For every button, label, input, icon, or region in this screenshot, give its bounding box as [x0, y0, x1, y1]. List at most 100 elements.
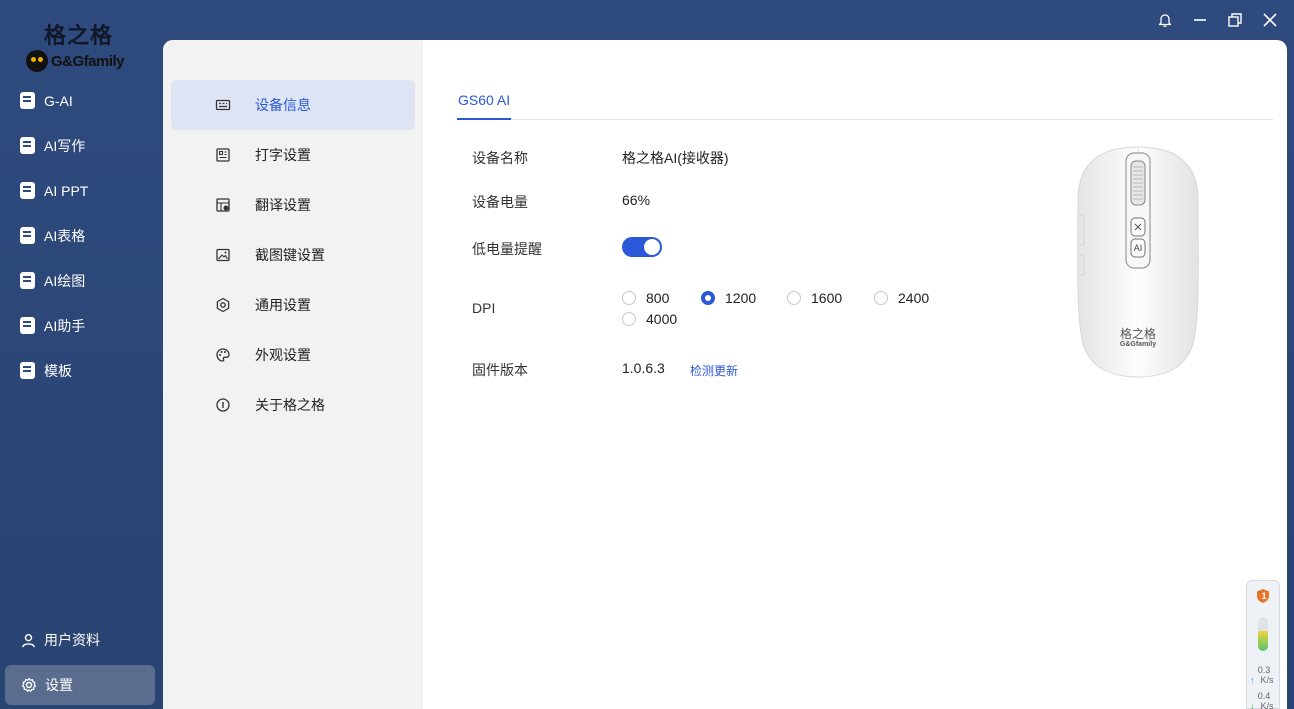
- notification-bell-icon[interactable]: [1154, 9, 1176, 31]
- device-name-value: 格之格AI(接收器): [622, 150, 729, 166]
- nav-item-label: 模板: [44, 362, 72, 379]
- left-rail: 格之格 G&Gfamily G-AI AI写作 AI PPT AI表格 AI绘图: [0, 0, 163, 709]
- low-battery-alert-toggle[interactable]: [622, 237, 662, 257]
- device-info-icon: [215, 99, 231, 111]
- settings-panel: 设备信息 打字设置 翻译设置 截图键设置 通用设置 外观设置 关于格之格 GS6…: [163, 40, 1287, 709]
- battery-value: 66%: [622, 192, 651, 208]
- nav-item-ai-writing[interactable]: AI写作: [0, 123, 163, 168]
- nav-item-label: AI写作: [44, 137, 86, 154]
- download-speed-unit: ↓ K/s: [1250, 701, 1274, 709]
- radio-checked-icon: [701, 291, 715, 305]
- submenu-typing-settings[interactable]: 打字设置: [171, 130, 415, 180]
- info-icon: [216, 398, 230, 412]
- main-nav: G-AI AI写作 AI PPT AI表格 AI绘图 AI助手 模板: [0, 78, 163, 393]
- upload-arrow-icon: ↑: [1250, 675, 1255, 685]
- dpi-option-1600[interactable]: 1600: [787, 290, 842, 306]
- submenu-screenshot-key-settings[interactable]: 截图键设置: [171, 230, 415, 280]
- firmware-label: 固件版本: [472, 362, 528, 378]
- security-badge-count: 1: [1261, 591, 1267, 601]
- submenu-label: 截图键设置: [255, 247, 325, 263]
- nav-item-g-ai[interactable]: G-AI: [0, 78, 163, 123]
- brand-name-cn: 格之格: [44, 23, 114, 49]
- template-icon: [20, 362, 35, 379]
- drawing-icon: [20, 272, 35, 289]
- nav-item-label: 用户资料: [44, 632, 100, 648]
- minimize-icon[interactable]: [1189, 9, 1211, 31]
- submenu-label: 翻译设置: [255, 197, 311, 213]
- nav-item-ai-table[interactable]: AI表格: [0, 213, 163, 258]
- submenu-general-settings[interactable]: 通用设置: [171, 280, 415, 330]
- palette-icon: [216, 348, 230, 362]
- nav-item-ai-ppt[interactable]: AI PPT: [0, 168, 163, 213]
- nav-item-user-profile[interactable]: 用户资料: [5, 620, 155, 660]
- submenu-about[interactable]: 关于格之格: [171, 380, 415, 430]
- mouse-product-image: AI 格之格 G&Gfamily: [1076, 145, 1200, 378]
- restore-window-icon[interactable]: [1224, 9, 1246, 31]
- submenu-device-info[interactable]: 设备信息: [171, 80, 415, 130]
- ppt-icon: [20, 182, 35, 199]
- upload-speed-unit: ↑ K/s: [1250, 675, 1274, 685]
- nav-item-label: AI绘图: [44, 272, 86, 289]
- submenu-label: 外观设置: [255, 347, 311, 363]
- dpi-option-1200[interactable]: 1200: [701, 290, 756, 306]
- mouse-brand-en: G&Gfamily: [1119, 341, 1157, 348]
- upload-speed-value: 0.3: [1257, 665, 1271, 675]
- writing-icon: [20, 137, 35, 154]
- nav-item-label: AI助手: [44, 317, 86, 334]
- nav-item-settings[interactable]: 设置: [5, 665, 155, 705]
- dpi-option-label: 1200: [725, 290, 757, 306]
- general-settings-icon: [216, 297, 230, 313]
- status-gauge: [1258, 617, 1268, 651]
- screenshot-icon: [216, 248, 230, 262]
- low-battery-alert-label: 低电量提醒: [472, 241, 542, 257]
- dpi-label: DPI: [472, 300, 496, 316]
- dpi-option-label: 2400: [898, 290, 930, 306]
- mouse-ai-button-label: AI: [1133, 243, 1143, 253]
- check-update-link[interactable]: 检测更新: [690, 362, 738, 379]
- device-info-content: GS60 AI 设备名称 格之格AI(接收器) 设备电量 66% 低电量提醒 D…: [423, 40, 1287, 709]
- radio-unchecked-icon: [787, 291, 801, 305]
- dpi-option-label: 1600: [811, 290, 843, 306]
- radio-unchecked-icon: [622, 291, 636, 305]
- download-speed-value: 0.4: [1257, 691, 1271, 701]
- radio-unchecked-icon: [622, 312, 636, 326]
- user-icon: [22, 633, 35, 647]
- download-arrow-icon: ↓: [1250, 701, 1255, 709]
- dpi-option-4000[interactable]: 4000: [622, 311, 677, 327]
- dpi-option-label: 4000: [646, 311, 678, 327]
- table-icon: [20, 227, 35, 244]
- network-speed-widget[interactable]: 1 0.3 ↑ K/s 0.4 ↓ K/s: [1246, 580, 1280, 709]
- submenu-appearance-settings[interactable]: 外观设置: [171, 330, 415, 380]
- nav-item-label: AI表格: [44, 227, 86, 244]
- dpi-option-2400[interactable]: 2400: [874, 290, 929, 306]
- close-icon[interactable]: [1259, 9, 1281, 31]
- brand-mascot-icon: [26, 50, 48, 72]
- brand-logo: 格之格 G&Gfamily: [26, 14, 138, 74]
- nav-item-label: 设置: [45, 677, 73, 693]
- assistant-icon: [20, 317, 35, 334]
- nav-item-label: AI PPT: [44, 182, 89, 199]
- nav-item-template[interactable]: 模板: [0, 348, 163, 393]
- gear-icon: [21, 677, 37, 692]
- mouse-brand-cn: 格之格: [1119, 327, 1156, 341]
- submenu-label: 打字设置: [255, 147, 311, 163]
- battery-label: 设备电量: [472, 194, 528, 210]
- typing-icon: [216, 148, 230, 162]
- dpi-option-800[interactable]: 800: [622, 290, 669, 306]
- submenu-label: 设备信息: [255, 97, 311, 113]
- nav-item-ai-assistant[interactable]: AI助手: [0, 303, 163, 348]
- radio-unchecked-icon: [874, 291, 888, 305]
- device-tabbar: GS60 AI: [457, 90, 1273, 120]
- device-name-label: 设备名称: [472, 150, 528, 166]
- nav-item-ai-drawing[interactable]: AI绘图: [0, 258, 163, 303]
- settings-submenu: 设备信息 打字设置 翻译设置 截图键设置 通用设置 外观设置 关于格之格: [163, 40, 423, 709]
- tab-gs60-ai[interactable]: GS60 AI: [457, 90, 512, 120]
- dpi-option-label: 800: [646, 290, 670, 306]
- firmware-value: 1.0.6.3: [622, 360, 665, 376]
- g-ai-icon: [20, 92, 35, 109]
- submenu-translate-settings[interactable]: 翻译设置: [171, 180, 415, 230]
- nav-item-label: G-AI: [44, 92, 73, 109]
- brand-name-en: G&Gfamily: [51, 52, 125, 70]
- toggle-knob: [644, 239, 660, 255]
- submenu-label: 关于格之格: [255, 397, 325, 413]
